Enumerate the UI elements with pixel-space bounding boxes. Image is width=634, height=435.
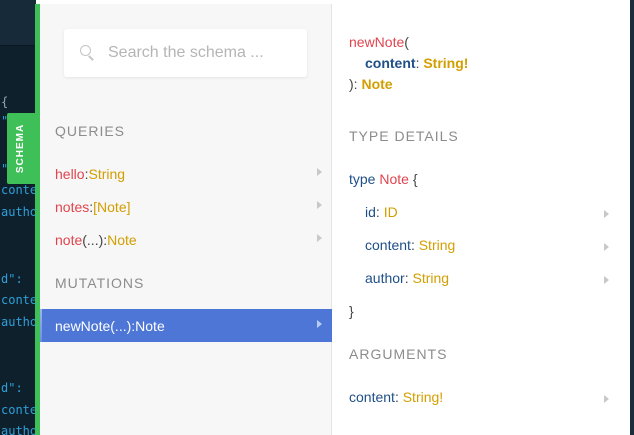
signature-open-paren: (	[404, 34, 409, 50]
editor-code-line: autho	[1, 205, 36, 219]
editor-code-line: d":	[1, 381, 23, 395]
editor-code-line: autho	[1, 315, 36, 329]
schema-search-box[interactable]	[64, 29, 307, 77]
type-field-id[interactable]: id: ID	[365, 204, 625, 224]
type-field-content[interactable]: content: String	[365, 237, 625, 257]
type-keyword: type	[349, 171, 376, 187]
chevron-right-icon	[604, 276, 609, 284]
type-details-title: TYPE DETAILS	[349, 128, 459, 144]
chevron-right-icon	[317, 201, 322, 209]
mutations-section-title: MUTATIONS	[55, 275, 145, 291]
close-brace: }	[349, 303, 354, 319]
field-type[interactable]: ID	[384, 204, 398, 220]
arg-name: content	[349, 389, 395, 405]
schema-root-column: QUERIES hello: String notes: [Note] note…	[40, 4, 332, 435]
field-name: author	[365, 270, 405, 286]
field-name: hello	[55, 165, 85, 182]
editor-code-line: conte	[1, 293, 36, 307]
arguments-title: ARGUMENTS	[349, 346, 448, 362]
argument-item-content[interactable]: content: String!	[349, 389, 625, 409]
chevron-right-icon	[317, 234, 322, 242]
chevron-right-icon	[604, 210, 609, 218]
field-name: content	[365, 237, 411, 253]
query-editor-background: { " " conte autho d": conte autho d": co…	[0, 0, 36, 435]
field-type[interactable]: [Note]	[93, 199, 130, 215]
field-name: newNote	[55, 317, 111, 334]
editor-toolbar	[0, 0, 36, 46]
editor-code-line: d":	[1, 272, 23, 286]
schema-tab[interactable]: SCHEMA	[7, 113, 35, 184]
chevron-right-icon	[604, 243, 609, 251]
field-separator: :	[410, 237, 419, 253]
query-item-note[interactable]: note (...): Note	[40, 223, 332, 256]
signature-name: newNote	[349, 34, 405, 50]
chevron-right-icon	[317, 320, 322, 328]
editor-code-line: autho	[1, 424, 36, 435]
signature-close-paren: ):	[349, 76, 362, 92]
field-args: (...)	[82, 231, 104, 248]
open-brace: {	[412, 171, 418, 187]
type-name: Note	[379, 171, 409, 187]
field-details-column: newNote( content: String! ): Note TYPE D…	[333, 4, 630, 435]
signature-return-type[interactable]: Note	[361, 76, 392, 92]
type-declaration: type Note {	[349, 171, 418, 187]
chevron-right-icon	[317, 168, 322, 176]
query-item-notes[interactable]: notes: [Note]	[40, 190, 332, 223]
editor-code-line: conte	[1, 183, 36, 197]
field-signature: newNote( content: String! ): Note	[349, 32, 468, 95]
arg-type[interactable]: String!	[403, 389, 443, 405]
type-field-author[interactable]: author: String	[365, 270, 625, 290]
editor-code-line: conte	[1, 403, 36, 417]
window-edge	[630, 0, 634, 435]
field-name: notes	[55, 198, 90, 215]
field-separator: :	[375, 204, 384, 220]
schema-tab-label: SCHEMA	[15, 123, 27, 174]
signature-arg-type[interactable]: String!	[423, 55, 468, 71]
arg-separator: :	[394, 389, 403, 405]
field-type[interactable]: String	[412, 270, 449, 286]
mutation-item-newnote[interactable]: newNote (...): Note	[42, 309, 332, 342]
search-icon	[80, 45, 96, 61]
schema-search-input[interactable]	[108, 44, 298, 62]
field-name: note	[55, 231, 83, 248]
field-type[interactable]: String	[419, 237, 456, 253]
signature-arg-name: content	[365, 55, 416, 71]
field-name: id	[365, 204, 376, 220]
chevron-right-icon	[604, 395, 609, 403]
field-type[interactable]: Note	[135, 318, 165, 334]
field-args: (...)	[110, 317, 132, 334]
field-type[interactable]: String	[88, 166, 125, 182]
query-item-hello[interactable]: hello: String	[40, 157, 332, 190]
editor-code-line: {	[1, 95, 9, 109]
queries-section-title: QUERIES	[55, 123, 126, 139]
field-type[interactable]: Note	[107, 232, 137, 248]
